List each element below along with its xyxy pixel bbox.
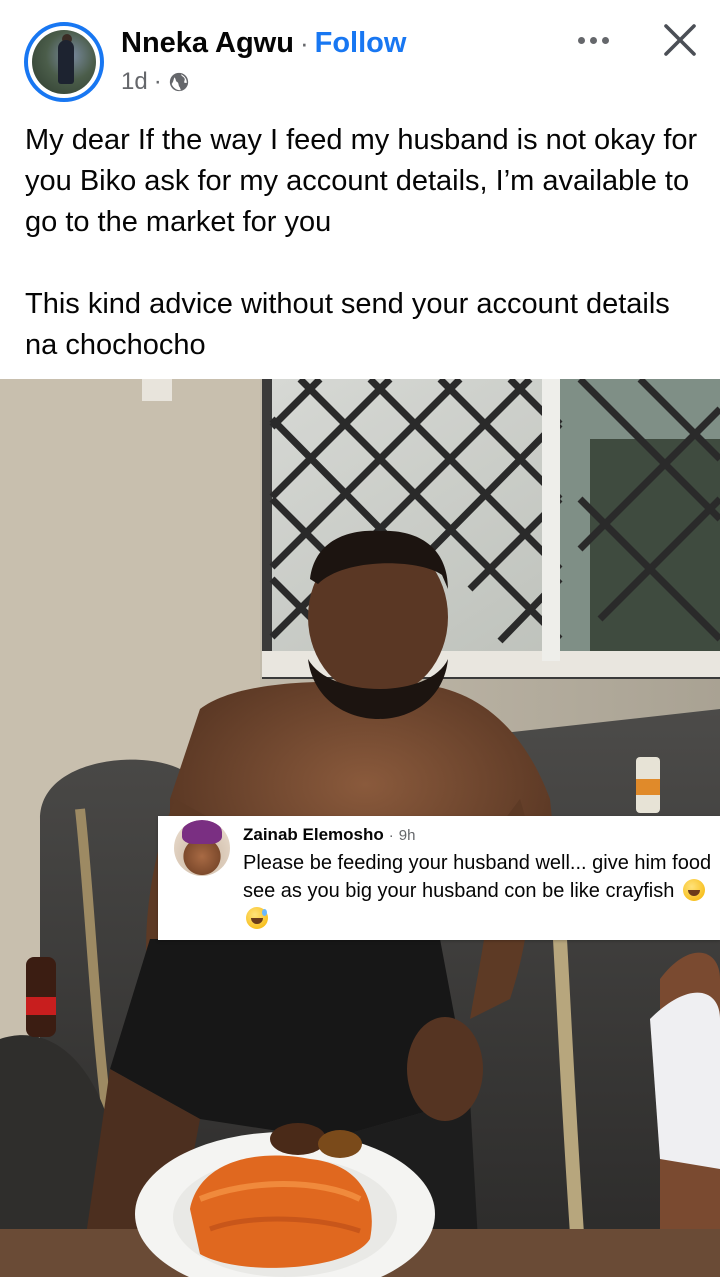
comment-header: Zainab Elemosho · 9h (243, 824, 415, 846)
comment-text: Please be feeding your husband well... g… (243, 849, 713, 933)
name-separator: · (299, 27, 309, 58)
meta-separator: · (153, 68, 162, 95)
comment-text-content: Please be feeding your husband well... g… (243, 852, 712, 902)
post-paragraph-1: My dear If the way I feed my husband is … (25, 124, 698, 238)
commenter-name: Zainab Elemosho (243, 825, 384, 844)
author-avatar-image (32, 30, 96, 94)
author-name[interactable]: Nneka Agwu (121, 27, 294, 60)
post-text: My dear If the way I feed my husband is … (25, 120, 705, 366)
follow-button[interactable]: Follow (315, 27, 407, 60)
post-timestamp[interactable]: 1d (121, 68, 148, 96)
facebook-post-view: Nneka Agwu · Follow 1d · My dear If the … (0, 0, 720, 1277)
comment-time: 9h (398, 826, 416, 844)
post-paragraph-2: This kind advice without send your accou… (25, 288, 670, 361)
grinning-sweat-emoji (246, 907, 268, 929)
close-button[interactable] (652, 14, 708, 66)
comment-screenshot-card: Zainab Elemosho · 9h Please be feeding y… (158, 816, 720, 940)
close-icon (664, 24, 696, 56)
comment-separator: · (388, 826, 394, 844)
globe-icon[interactable] (168, 71, 190, 93)
post-header: Nneka Agwu · Follow 1d · (0, 0, 720, 110)
more-options-button[interactable] (566, 20, 620, 60)
author-name-row: Nneka Agwu · Follow (121, 26, 406, 60)
laughing-tears-emoji (682, 879, 705, 901)
post-meta: 1d · (121, 66, 190, 98)
author-avatar[interactable] (24, 22, 104, 102)
more-options-icon (577, 36, 585, 44)
commenter-avatar (174, 820, 230, 876)
